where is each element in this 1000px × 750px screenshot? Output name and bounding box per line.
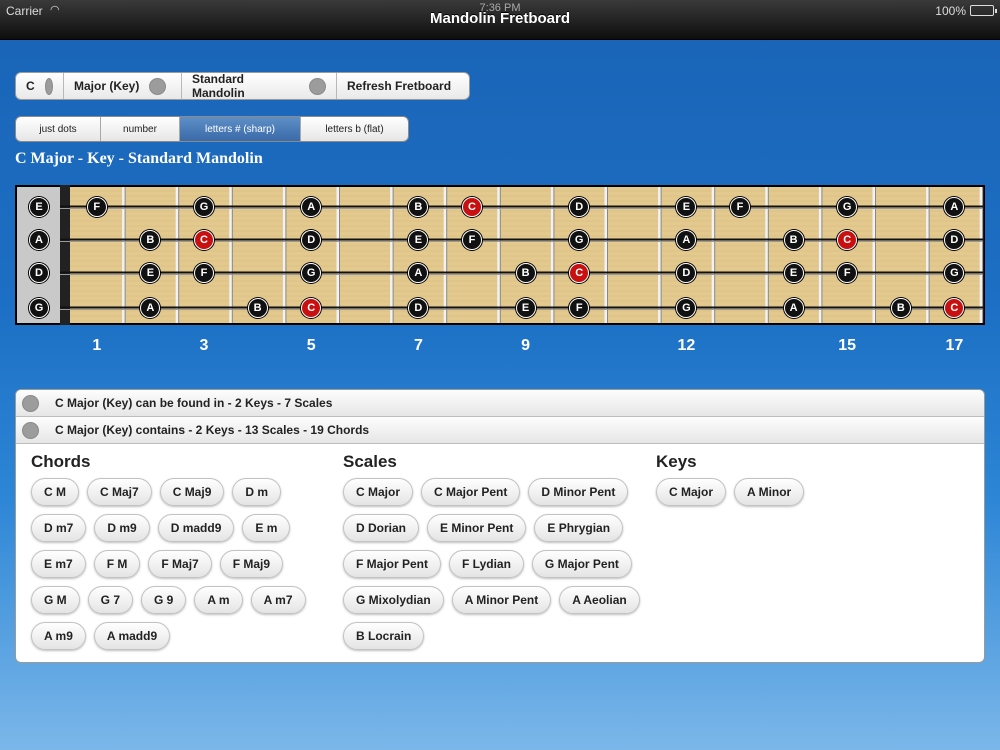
fret-number-label: 3 <box>199 337 209 354</box>
keys-title: Keys <box>656 452 697 471</box>
chord-chip[interactable]: C Maj9 <box>159 478 225 506</box>
display-mode-control: just dots number letters # (sharp) lette… <box>15 116 409 142</box>
contains-row[interactable]: C Major (Key) contains - 2 Keys - 13 Sca… <box>16 417 984 444</box>
chord-chip[interactable]: C Maj7 <box>87 478 152 506</box>
open-string-note[interactable]: A <box>29 230 49 250</box>
root-note-marker[interactable]: C <box>462 197 482 217</box>
scales-group: Scales C Major C Major Pent D Minor Pent D … <box>343 452 648 650</box>
scale-chip[interactable]: C Major Pent <box>421 478 521 506</box>
fret-number-label: 15 <box>838 337 857 354</box>
refresh-fretboard-button[interactable]: Refresh Fretboard <box>337 73 469 99</box>
scales-title: Scales <box>343 452 397 471</box>
fretboard: EFGABCDEFGAABCDEFGABCDDEFGABCDEFGGABCDEF… <box>15 185 985 325</box>
open-string-note[interactable]: G <box>29 298 49 318</box>
chord-chip[interactable]: C M <box>31 478 79 506</box>
nav-bar: Carrier ◠ 7:36 PM 100% Mandolin Fretboar… <box>0 0 1000 40</box>
selector-dot-icon <box>309 77 326 95</box>
open-string-note[interactable]: E <box>29 197 49 217</box>
scale-chip[interactable]: B Locrain <box>343 622 425 650</box>
info-panel: C Major (Key) can be found in - 2 Keys -… <box>15 389 985 663</box>
scale-chip[interactable]: F Lydian <box>449 550 524 578</box>
note-marker[interactable]: F <box>730 197 750 217</box>
selector-dot-icon <box>22 421 39 439</box>
note-marker[interactable]: A <box>783 298 804 318</box>
note-marker[interactable]: F <box>462 230 482 250</box>
found-in-row[interactable]: C Major (Key) can be found in - 2 Keys -… <box>16 390 984 417</box>
type-button[interactable]: Major (Key) <box>64 73 182 99</box>
key-chip[interactable]: A Minor <box>734 478 805 506</box>
selector-dot-icon <box>22 394 39 412</box>
page-title: Mandolin Fretboard <box>430 10 570 27</box>
root-note-marker[interactable]: C <box>194 230 214 250</box>
scale-chip[interactable]: E Phrygian <box>534 514 624 542</box>
note-marker[interactable]: F <box>86 197 107 217</box>
fret-number-label: 9 <box>521 337 531 354</box>
selector-dot-icon <box>149 77 167 95</box>
fret-number-label: 1 <box>92 337 102 354</box>
chord-chip[interactable]: G 7 <box>87 586 134 614</box>
keys-list: C Major A Minor <box>656 478 956 506</box>
note-marker[interactable]: E <box>515 298 536 318</box>
root-note-button[interactable]: C <box>16 73 64 99</box>
chords-title: Chords <box>31 452 91 471</box>
scale-chip[interactable]: A Aeolian <box>559 586 640 614</box>
chord-chip[interactable]: F Maj7 <box>148 550 212 578</box>
selector-dot-icon <box>44 77 53 95</box>
mode-number[interactable]: number <box>101 117 180 141</box>
scale-chip[interactable]: D Minor Pent <box>528 478 629 506</box>
tuning-label: Standard Mandolin <box>192 72 245 100</box>
chord-chip[interactable]: F Maj9 <box>219 550 284 578</box>
fret-number-label: 7 <box>413 337 423 354</box>
mode-letters-flat[interactable]: letters b (flat) <box>301 117 408 141</box>
contains-text: C Major (Key) contains - 2 Keys - 13 Sca… <box>55 423 370 437</box>
chord-chip[interactable]: A m <box>194 586 243 614</box>
refresh-label: Refresh Fretboard <box>347 79 452 93</box>
chord-chip[interactable]: G M <box>31 586 80 614</box>
note-marker[interactable]: B <box>247 298 268 318</box>
scale-chip[interactable]: F Major Pent <box>343 550 442 578</box>
chord-chip[interactable]: A m9 <box>31 622 86 650</box>
mode-letters-sharp[interactable]: letters # (sharp) <box>180 117 301 141</box>
chord-chip[interactable]: D m9 <box>94 514 150 542</box>
note-marker[interactable]: B <box>890 298 911 318</box>
scales-list: C Major C Major Pent D Minor Pent D Dorian E… <box>343 478 648 650</box>
root-note-label: C <box>26 79 35 93</box>
chord-chip[interactable]: G 9 <box>141 586 187 614</box>
fretboard-heading: C Major - Key - Standard Mandolin <box>15 150 263 167</box>
tuning-button[interactable]: Standard Mandolin <box>182 73 337 99</box>
fret-number-label: 17 <box>945 337 964 354</box>
scale-chip[interactable]: A Minor Pent <box>451 586 552 614</box>
note-marker[interactable]: B <box>515 263 536 283</box>
mode-just-dots[interactable]: just dots <box>16 117 101 141</box>
chord-chip[interactable]: D m <box>232 478 282 506</box>
type-label: Major (Key) <box>74 79 140 93</box>
scale-chip[interactable]: G Major Pent <box>531 550 632 578</box>
found-in-text: C Major (Key) can be found in - 2 Keys -… <box>55 396 333 410</box>
options-bar: C Major (Key) Standard Mandolin Refresh … <box>15 72 470 100</box>
note-marker[interactable]: F <box>194 263 214 283</box>
key-chip[interactable]: C Major <box>656 478 727 506</box>
scale-chip[interactable]: G Mixolydian <box>343 586 444 614</box>
open-string-note[interactable]: D <box>29 263 49 283</box>
fret-number-label: 12 <box>677 337 696 354</box>
chord-chip[interactable]: D m7 <box>31 514 87 542</box>
note-marker[interactable]: E <box>783 263 804 283</box>
keys-group: Keys C Major A Minor <box>656 452 956 506</box>
chord-chip[interactable]: E m7 <box>31 550 86 578</box>
scale-chip[interactable]: E Minor Pent <box>427 514 527 542</box>
note-marker[interactable]: G <box>194 197 214 217</box>
scale-chip[interactable]: D Dorian <box>343 514 420 542</box>
fret-number-label: 5 <box>306 337 316 354</box>
note-marker[interactable]: B <box>783 230 804 250</box>
chords-group: Chords C M C Maj7 C Maj9 D m D m7 D m9 D madd9… <box>31 452 321 650</box>
chord-chip[interactable]: D madd9 <box>157 514 235 542</box>
chord-chip[interactable]: E m <box>242 514 291 542</box>
scale-chip[interactable]: C Major <box>343 478 414 506</box>
chords-list: C M C Maj7 C Maj9 D m D m7 D m9 D madd9 E m E m7… <box>31 478 321 650</box>
chord-chip[interactable]: A m7 <box>250 586 306 614</box>
chord-chip[interactable]: A madd9 <box>93 622 171 650</box>
chord-chip[interactable]: F M <box>93 550 141 578</box>
